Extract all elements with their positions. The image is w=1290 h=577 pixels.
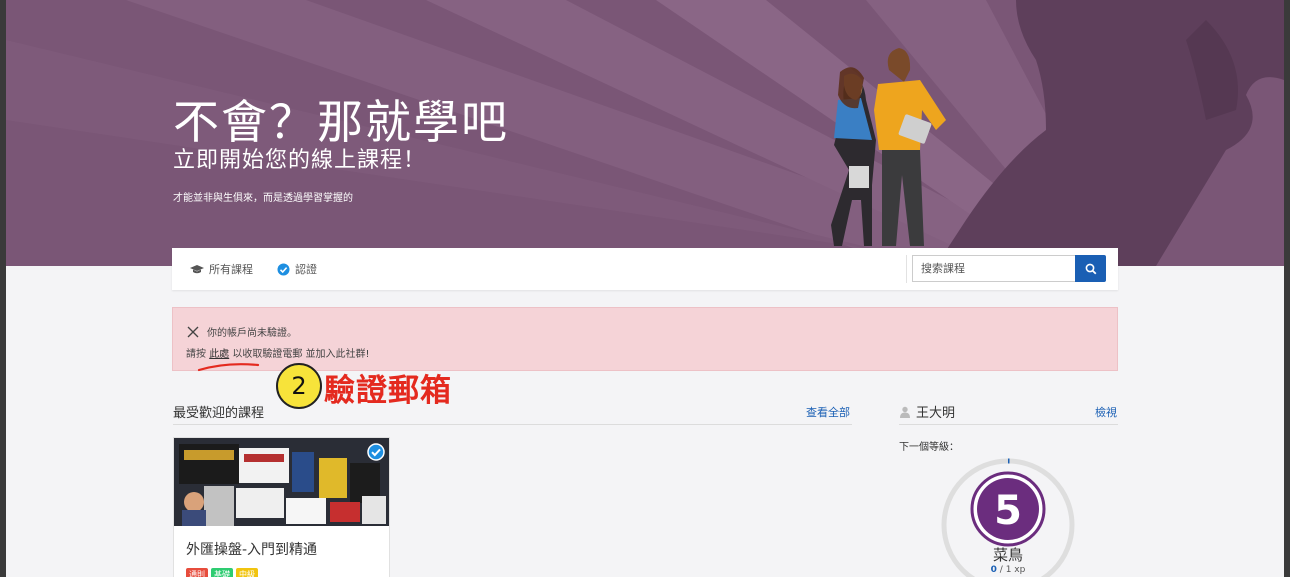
nav-certification[interactable]: 認證 xyxy=(277,261,317,277)
course-card[interactable]: 外匯操盤-入門到精通 通則 基礎 中級 xyxy=(173,437,390,577)
hero-subtitle: 立即開始您的線上課程！ xyxy=(173,148,427,173)
course-tag: 通則 xyxy=(186,568,208,577)
nav-certification-label: 認證 xyxy=(295,263,317,276)
verified-check-icon xyxy=(367,443,385,461)
alert-instruction: 請按 此處 以收取驗證電郵 並加入此社群! xyxy=(186,345,370,360)
app-frame: 不會？那就學吧 立即開始您的線上課程！ 才能並非與生俱來，而是透過學習掌握的 所… xyxy=(6,0,1284,577)
nav-all-courses-label: 所有課程 xyxy=(209,263,253,276)
profile-header: 王大明 xyxy=(899,402,955,421)
hero-banner: 不會？那就學吧 立即開始您的線上課程！ 才能並非與生俱來，而是透過學習掌握的 xyxy=(6,0,1284,266)
section-divider xyxy=(173,424,852,425)
profile-divider xyxy=(899,424,1118,425)
xp-unit: xp xyxy=(1011,565,1026,575)
rank-name: 菜鳥 xyxy=(992,546,1023,564)
close-icon[interactable] xyxy=(186,325,200,339)
alert-suffix: 以收取驗證電郵 並加入此社群! xyxy=(232,349,370,360)
course-thumbnail xyxy=(174,438,389,526)
profile-view-link[interactable]: 檢視 xyxy=(1095,404,1117,420)
course-tags: 通則 基礎 中級 xyxy=(186,568,258,577)
search-courses-input[interactable] xyxy=(912,255,1075,282)
user-icon xyxy=(900,406,910,418)
nav-all-courses[interactable]: 所有課程 xyxy=(190,261,253,277)
nav-divider xyxy=(906,255,907,283)
annotation-step-badge: 2 xyxy=(276,363,322,409)
course-tag: 基礎 xyxy=(211,568,233,577)
graduation-cap-icon xyxy=(190,264,204,273)
xp-progress: 0 / 1 xp xyxy=(966,565,1050,575)
profile-name: 王大明 xyxy=(916,406,956,421)
verify-email-link[interactable]: 此處 xyxy=(209,349,229,360)
annotation-label: 驗證郵箱 xyxy=(324,373,452,409)
annotation-underline xyxy=(197,363,260,372)
course-title: 外匯操盤-入門到精通 xyxy=(186,542,318,558)
course-navbar: 所有課程 認證 xyxy=(172,248,1118,290)
search-button[interactable] xyxy=(1075,255,1106,282)
hero-description: 才能並非與生俱來，而是透過學習掌握的 xyxy=(173,193,353,204)
next-level-label: 下一個等級： xyxy=(899,442,959,453)
search-icon xyxy=(1085,263,1096,274)
xp-separator: / xyxy=(996,565,1006,575)
verification-alert: 你的帳戶尚未驗證。 請按 此處 以收取驗證電郵 並加入此社群! xyxy=(172,307,1118,371)
alert-message: 你的帳戶尚未驗證。 xyxy=(207,328,297,339)
view-all-link[interactable]: 查看全部 xyxy=(806,404,850,420)
verified-badge-icon xyxy=(277,263,290,275)
course-tag: 中級 xyxy=(236,568,258,577)
popular-courses-title: 最受歡迎的課程 xyxy=(173,406,265,421)
alert-prefix: 請按 xyxy=(186,349,206,360)
level-number: 5 xyxy=(994,488,1022,534)
